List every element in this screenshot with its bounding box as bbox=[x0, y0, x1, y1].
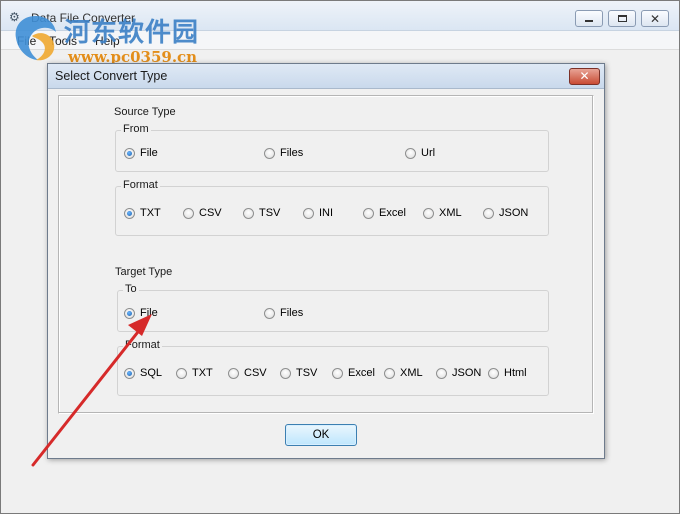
dialog-close-button[interactable]: ✕ bbox=[569, 68, 600, 85]
target-format-excel-radio[interactable]: Excel bbox=[332, 367, 375, 379]
source-format-tsv-radio[interactable]: TSV bbox=[243, 207, 280, 219]
target-format-group: Format SQL TXT CSV TSV Excel XML JSON Ht… bbox=[117, 339, 549, 396]
close-button[interactable]: ✕ bbox=[641, 10, 669, 27]
target-format-txt-radio[interactable]: TXT bbox=[176, 367, 213, 379]
radio-icon bbox=[183, 207, 194, 219]
ok-button[interactable]: OK bbox=[285, 424, 357, 446]
radio-icon bbox=[384, 367, 395, 379]
target-to-group: To File Files bbox=[117, 283, 549, 332]
target-format-csv-radio[interactable]: CSV bbox=[228, 367, 267, 379]
radio-icon bbox=[303, 207, 314, 219]
radio-icon bbox=[176, 367, 187, 379]
menubar: File Tools Help bbox=[1, 31, 679, 50]
source-format-json-radio[interactable]: JSON bbox=[483, 207, 528, 219]
radio-icon bbox=[423, 207, 434, 219]
radio-icon bbox=[405, 147, 416, 159]
window-title: Data File Converter bbox=[31, 11, 136, 25]
minimize-button[interactable] bbox=[575, 10, 603, 27]
radio-icon bbox=[488, 367, 499, 379]
source-from-url-radio[interactable]: Url bbox=[405, 147, 435, 159]
target-to-file-radio[interactable]: File bbox=[124, 307, 158, 319]
maximize-icon bbox=[617, 15, 627, 22]
source-format-excel-radio[interactable]: Excel bbox=[363, 207, 406, 219]
dialog-titlebar[interactable]: Select Convert Type ✕ bbox=[48, 64, 604, 89]
radio-icon bbox=[483, 207, 494, 219]
radio-icon bbox=[436, 367, 447, 379]
radio-checked-icon bbox=[124, 207, 135, 219]
target-format-json-radio[interactable]: JSON bbox=[436, 367, 481, 379]
source-format-group: Format TXT CSV TSV INI Excel XML JSON bbox=[115, 179, 549, 236]
target-format-sql-radio[interactable]: SQL bbox=[124, 367, 162, 379]
radio-checked-icon bbox=[124, 367, 135, 379]
convert-type-dialog: Select Convert Type ✕ Source Type From F… bbox=[47, 63, 605, 459]
main-titlebar[interactable]: ⚙ Data File Converter ✕ bbox=[1, 1, 679, 31]
source-format-txt-radio[interactable]: TXT bbox=[124, 207, 161, 219]
minimize-icon bbox=[585, 20, 593, 22]
radio-icon bbox=[332, 367, 343, 379]
source-from-group: From File Files Url bbox=[115, 123, 549, 172]
radio-icon bbox=[264, 307, 275, 319]
radio-icon bbox=[243, 207, 254, 219]
source-from-file-radio[interactable]: File bbox=[124, 147, 158, 159]
radio-checked-icon bbox=[124, 147, 135, 159]
radio-icon bbox=[264, 147, 275, 159]
maximize-button[interactable] bbox=[608, 10, 636, 27]
source-from-files-radio[interactable]: Files bbox=[264, 147, 303, 159]
app-icon: ⚙ bbox=[9, 10, 20, 24]
menu-file[interactable]: File bbox=[17, 34, 36, 48]
target-format-label: Format bbox=[123, 339, 162, 351]
radio-checked-icon bbox=[124, 307, 135, 319]
source-type-label: Source Type bbox=[114, 106, 176, 118]
target-format-xml-radio[interactable]: XML bbox=[384, 367, 423, 379]
options-panel: Source Type From File Files Url Format T… bbox=[58, 95, 594, 414]
radio-icon bbox=[280, 367, 291, 379]
menu-tools[interactable]: Tools bbox=[49, 34, 77, 48]
target-format-tsv-radio[interactable]: TSV bbox=[280, 367, 317, 379]
dialog-title: Select Convert Type bbox=[55, 69, 168, 83]
source-format-label: Format bbox=[121, 179, 160, 191]
target-format-html-radio[interactable]: Html bbox=[488, 367, 527, 379]
target-type-label: Target Type bbox=[115, 266, 173, 278]
from-label: From bbox=[121, 123, 151, 135]
source-format-csv-radio[interactable]: CSV bbox=[183, 207, 222, 219]
source-format-ini-radio[interactable]: INI bbox=[303, 207, 333, 219]
close-icon: ✕ bbox=[579, 69, 590, 83]
radio-icon bbox=[363, 207, 374, 219]
menu-help[interactable]: Help bbox=[95, 34, 120, 48]
radio-icon bbox=[228, 367, 239, 379]
close-icon: ✕ bbox=[649, 11, 661, 26]
source-format-xml-radio[interactable]: XML bbox=[423, 207, 462, 219]
target-to-files-radio[interactable]: Files bbox=[264, 307, 303, 319]
to-label: To bbox=[123, 283, 139, 295]
